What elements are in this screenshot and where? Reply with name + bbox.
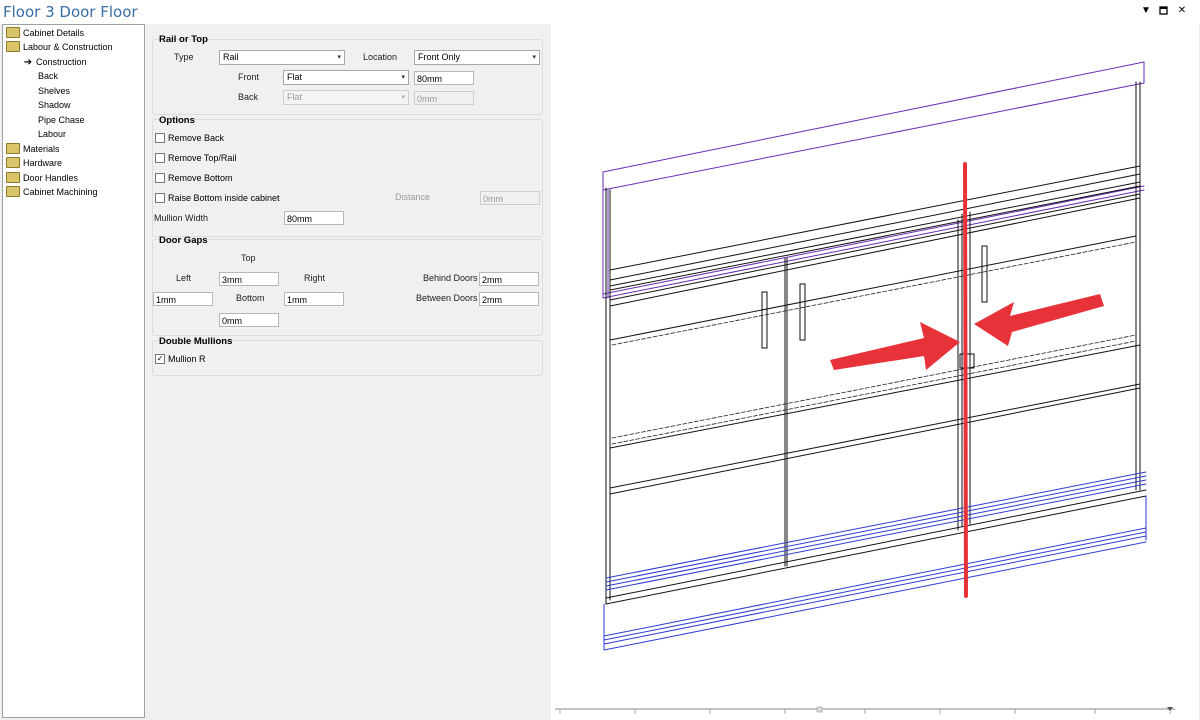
folder-icon bbox=[6, 157, 20, 169]
tree-item-label: Pipe Chase bbox=[38, 115, 85, 125]
folder-icon bbox=[6, 172, 20, 184]
checkbox-box bbox=[155, 132, 165, 143]
tree-item-label: Shelves bbox=[38, 86, 71, 96]
tree-item-labour-construction[interactable]: Labour & Construction bbox=[6, 40, 113, 54]
close-icon[interactable]: ✕ bbox=[1176, 5, 1188, 16]
tree-item-pipe-chase[interactable]: Pipe Chase bbox=[38, 113, 85, 127]
behind-doors-label: Behind Doors bbox=[423, 273, 478, 283]
tree-item-label: Labour & Construction bbox=[23, 42, 113, 52]
tree-item-label: Labour bbox=[38, 129, 67, 139]
settings-panel: Rail or Top Type Rail ▾ Location Front On… bbox=[148, 24, 548, 716]
remove-bottom-checkbox[interactable]: Remove Bottom bbox=[155, 172, 233, 184]
remove-back-checkbox[interactable]: Remove Back bbox=[155, 132, 224, 144]
between-doors-label: Between Doors bbox=[416, 293, 478, 303]
tree-item-label: Construction bbox=[36, 57, 87, 67]
location-label: Location bbox=[363, 52, 398, 62]
remove-top-label: Remove Top/Rail bbox=[168, 153, 237, 163]
folder-icon bbox=[6, 186, 20, 198]
navigation-tree: Cabinet Details Labour & Construction ➔ C… bbox=[2, 24, 145, 718]
tree-item-shadow[interactable]: Shadow bbox=[38, 98, 71, 112]
door-gaps-title: Door Gaps bbox=[159, 235, 208, 246]
options-title: Options bbox=[159, 115, 195, 126]
distance-input[interactable]: 0mm bbox=[480, 191, 540, 205]
raise-bottom-checkbox[interactable]: Raise Bottom inside cabinet bbox=[155, 192, 280, 204]
tree-item-cabinet-details[interactable]: Cabinet Details bbox=[6, 26, 84, 40]
tree-item-materials[interactable]: Materials bbox=[6, 142, 60, 156]
type-label: Type bbox=[174, 52, 194, 62]
tree-item-door-handles[interactable]: Door Handles bbox=[6, 171, 78, 185]
behind-doors-input[interactable]: 2mm bbox=[479, 272, 539, 286]
checkmark-icon: ✓ bbox=[155, 353, 165, 364]
remove-back-label: Remove Back bbox=[168, 133, 225, 143]
type-value: Rail bbox=[223, 52, 239, 62]
right-gap-label: Right bbox=[304, 273, 326, 283]
remove-top-rail-checkbox[interactable]: Remove Top/Rail bbox=[155, 152, 236, 164]
tree-item-label: Back bbox=[38, 71, 59, 81]
between-doors-input[interactable]: 2mm bbox=[479, 292, 539, 306]
tree-item-back[interactable]: Back bbox=[38, 69, 58, 83]
restore-icon[interactable] bbox=[1158, 5, 1170, 18]
location-select[interactable]: Front Only ▾ bbox=[414, 50, 540, 65]
tree-item-label: Cabinet Machining bbox=[23, 187, 98, 197]
mullion-width-input[interactable]: 80mm bbox=[284, 211, 344, 225]
front-label: Front bbox=[238, 72, 260, 82]
front-value: Flat bbox=[287, 72, 303, 82]
mullion-r-label: Mullion R bbox=[168, 354, 206, 364]
remove-bottom-label: Remove Bottom bbox=[168, 173, 233, 183]
arrow-right-icon: ➔ bbox=[23, 57, 33, 68]
rail-or-top-title: Rail or Top bbox=[159, 34, 208, 45]
tree-item-label: Shadow bbox=[38, 100, 71, 110]
door-gaps-group bbox=[152, 239, 543, 336]
tree-item-hardware[interactable]: Hardware bbox=[6, 156, 62, 170]
top-gap-label: Top bbox=[241, 253, 256, 263]
folder-open-icon bbox=[6, 41, 20, 53]
dropdown-caret-icon: ▾ bbox=[337, 54, 341, 61]
bottom-gap-input[interactable]: 0mm bbox=[219, 313, 279, 327]
tree-item-label: Cabinet Details bbox=[23, 28, 85, 38]
left-gap-input[interactable]: 1mm bbox=[153, 292, 213, 306]
dropdown-caret-icon: ▾ bbox=[401, 74, 405, 81]
mullion-r-checkbox[interactable]: ✓ Mullion R bbox=[155, 353, 206, 365]
horizontal-scrollbar[interactable] bbox=[555, 706, 1175, 714]
folder-icon bbox=[6, 143, 20, 155]
left-gap-label: Left bbox=[176, 273, 192, 283]
bottom-gap-label: Bottom bbox=[236, 293, 265, 303]
back-label: Back bbox=[238, 92, 259, 102]
window-title: Floor 3 Door Floor bbox=[3, 3, 138, 21]
dropdown-caret-icon: ▾ bbox=[401, 94, 405, 101]
right-gap-input[interactable]: 1mm bbox=[284, 292, 344, 306]
front-size-input[interactable]: 80mm bbox=[414, 71, 474, 85]
location-value: Front Only bbox=[418, 52, 461, 62]
back-size-input[interactable]: 0mm bbox=[414, 91, 474, 105]
tree-item-construction[interactable]: ➔ Construction bbox=[22, 55, 87, 69]
distance-label: Distance bbox=[395, 192, 431, 202]
arrow-right-annotation-icon bbox=[830, 322, 960, 370]
back-select[interactable]: Flat ▾ bbox=[283, 90, 409, 105]
tree-item-cabinet-machining[interactable]: Cabinet Machining bbox=[6, 185, 98, 199]
type-select[interactable]: Rail ▾ bbox=[219, 50, 345, 65]
double-mullions-title: Double Mullions bbox=[159, 336, 233, 347]
checkbox-box bbox=[155, 152, 165, 163]
arrow-left-annotation-icon bbox=[974, 294, 1104, 346]
dropdown-caret-icon: ▾ bbox=[532, 54, 536, 61]
cabinet-wireframe-drawing bbox=[602, 61, 1147, 651]
folder-icon bbox=[6, 27, 20, 39]
tree-item-label: Materials bbox=[23, 144, 60, 154]
checkbox-box bbox=[155, 172, 165, 183]
tree-item-label: Hardware bbox=[23, 158, 63, 168]
tree-item-labour[interactable]: Labour bbox=[38, 127, 66, 141]
raise-bottom-label: Raise Bottom inside cabinet bbox=[168, 193, 280, 203]
top-gap-input[interactable]: 3mm bbox=[219, 272, 279, 286]
mullion-width-label: Mullion Width bbox=[154, 213, 209, 223]
checkbox-box bbox=[155, 192, 165, 203]
front-select[interactable]: Flat ▾ bbox=[283, 70, 409, 85]
tree-item-label: Door Handles bbox=[23, 173, 79, 183]
cabinet-3d-viewer[interactable] bbox=[551, 24, 1199, 720]
tree-item-shelves[interactable]: Shelves bbox=[38, 84, 70, 98]
back-value: Flat bbox=[287, 92, 303, 102]
dropdown-icon[interactable]: ▼ bbox=[1140, 5, 1152, 16]
title-bar: Floor 3 Door Floor ▼ ✕ bbox=[0, 0, 1200, 24]
